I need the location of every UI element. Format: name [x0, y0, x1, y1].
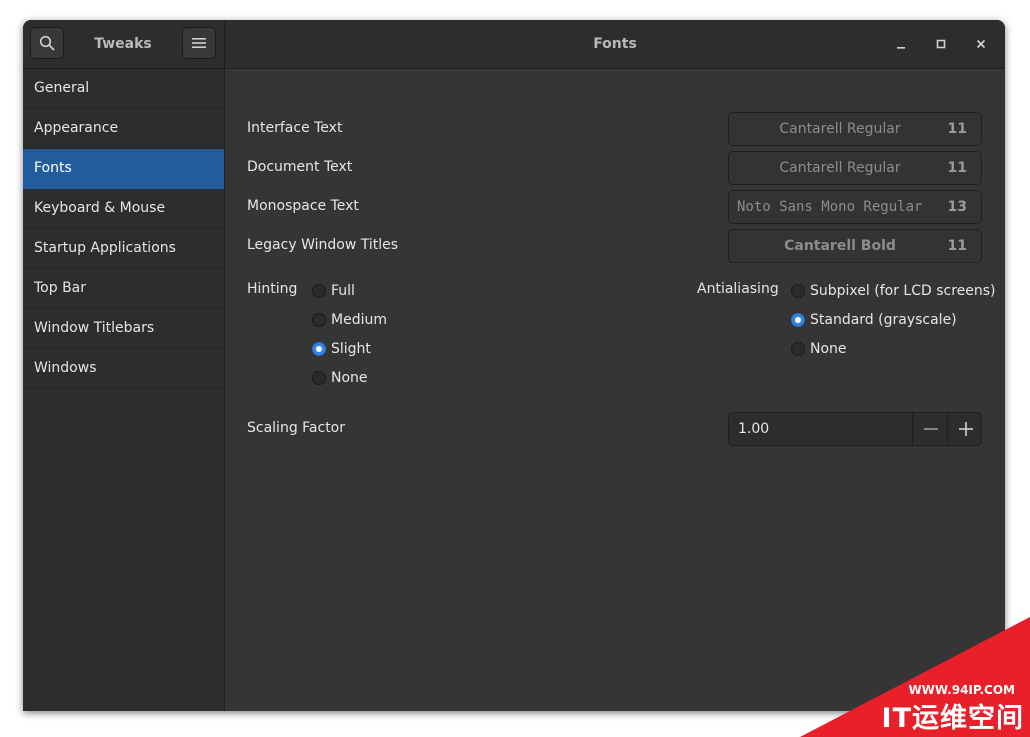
document-text-label: Document Text: [247, 159, 353, 175]
close-icon: [976, 39, 986, 49]
hinting-slight-radio[interactable]: Slight: [312, 341, 371, 357]
radio-indicator: [791, 342, 805, 356]
search-button[interactable]: [30, 27, 64, 59]
watermark: WWW.94IP.COM IT运维空间: [800, 617, 1030, 737]
interface-text-font-size: 11: [947, 121, 967, 137]
legacy-window-titles-font-name: Cantarell Bold: [784, 238, 896, 254]
legacy-window-titles-font-size: 11: [947, 238, 967, 254]
increment-button[interactable]: [947, 413, 983, 445]
interface-text-font-name: Cantarell Regular: [779, 121, 901, 137]
document-text-font-button[interactable]: Cantarell Regular 11: [728, 151, 982, 185]
content-header: Fonts: [225, 20, 1005, 69]
radio-indicator-selected: [791, 313, 805, 327]
hinting-slight-label: Slight: [331, 341, 371, 357]
search-icon: [39, 35, 55, 51]
document-text-font-size: 11: [947, 160, 967, 176]
legacy-window-titles-label: Legacy Window Titles: [247, 237, 399, 253]
antialiasing-none-radio[interactable]: None: [791, 341, 847, 357]
sidebar-header: Tweaks: [23, 20, 225, 69]
radio-indicator: [312, 371, 326, 385]
sidebar-item-top-bar[interactable]: Top Bar: [23, 269, 224, 309]
antialiasing-standard-label: Standard (grayscale): [810, 312, 957, 328]
page-title: Fonts: [593, 36, 637, 52]
sidebar-item-general[interactable]: General: [23, 69, 224, 109]
minimize-icon: [897, 47, 905, 49]
interface-text-font-button[interactable]: Cantarell Regular 11: [728, 112, 982, 146]
watermark-name: IT运维空间: [881, 703, 1024, 734]
hinting-full-label: Full: [331, 283, 355, 299]
antialiasing-label: Antialiasing: [697, 281, 779, 297]
scaling-factor-value[interactable]: 1.00: [738, 413, 769, 445]
maximize-icon: [936, 39, 946, 49]
hinting-none-radio[interactable]: None: [312, 370, 368, 386]
hinting-medium-radio[interactable]: Medium: [312, 312, 387, 328]
fonts-panel: Interface Text Cantarell Regular 11 Docu…: [225, 69, 1005, 711]
close-button[interactable]: [971, 34, 991, 54]
antialiasing-subpixel-label: Subpixel (for LCD screens): [810, 283, 996, 299]
legacy-window-titles-font-button[interactable]: Cantarell Bold 11: [728, 229, 982, 263]
watermark-url: WWW.94IP.COM: [908, 683, 1015, 697]
app-title: Tweaks: [94, 36, 152, 52]
document-text-font-name: Cantarell Regular: [779, 160, 901, 176]
sidebar-item-appearance[interactable]: Appearance: [23, 109, 224, 149]
antialiasing-none-label: None: [810, 341, 847, 357]
monospace-text-font-name: Noto Sans Mono Regular: [737, 199, 923, 215]
decrement-button[interactable]: [912, 413, 948, 445]
monospace-text-font-size: 13: [947, 199, 967, 215]
hinting-none-label: None: [331, 370, 368, 386]
menu-button[interactable]: [182, 27, 216, 59]
radio-indicator: [312, 284, 326, 298]
radio-indicator: [312, 313, 326, 327]
sidebar-item-fonts[interactable]: Fonts: [23, 149, 224, 189]
hinting-medium-label: Medium: [331, 312, 387, 328]
hinting-full-radio[interactable]: Full: [312, 283, 355, 299]
minus-icon: [923, 428, 938, 430]
hinting-label: Hinting: [247, 281, 298, 297]
hamburger-menu-icon: [192, 38, 206, 48]
antialiasing-standard-radio[interactable]: Standard (grayscale): [791, 312, 957, 328]
radio-indicator: [791, 284, 805, 298]
maximize-button[interactable]: [931, 34, 951, 54]
antialiasing-subpixel-radio[interactable]: Subpixel (for LCD screens): [791, 283, 996, 299]
sidebar: General Appearance Fonts Keyboard & Mous…: [23, 69, 225, 711]
monospace-text-label: Monospace Text: [247, 198, 359, 214]
minimize-button[interactable]: [891, 34, 911, 54]
interface-text-label: Interface Text: [247, 120, 343, 136]
scaling-factor-label: Scaling Factor: [247, 420, 346, 436]
plus-icon: [958, 422, 973, 436]
sidebar-item-window-titlebars[interactable]: Window Titlebars: [23, 309, 224, 349]
sidebar-item-startup-applications[interactable]: Startup Applications: [23, 229, 224, 269]
sidebar-item-keyboard-mouse[interactable]: Keyboard & Mouse: [23, 189, 224, 229]
radio-indicator-selected: [312, 342, 326, 356]
monospace-text-font-button[interactable]: Noto Sans Mono Regular 13: [728, 190, 982, 224]
tweaks-window: Tweaks Fonts General Appearance Fonts Ke…: [23, 20, 1005, 711]
sidebar-item-windows[interactable]: Windows: [23, 349, 224, 389]
scaling-factor-spinbutton[interactable]: 1.00: [728, 412, 982, 446]
